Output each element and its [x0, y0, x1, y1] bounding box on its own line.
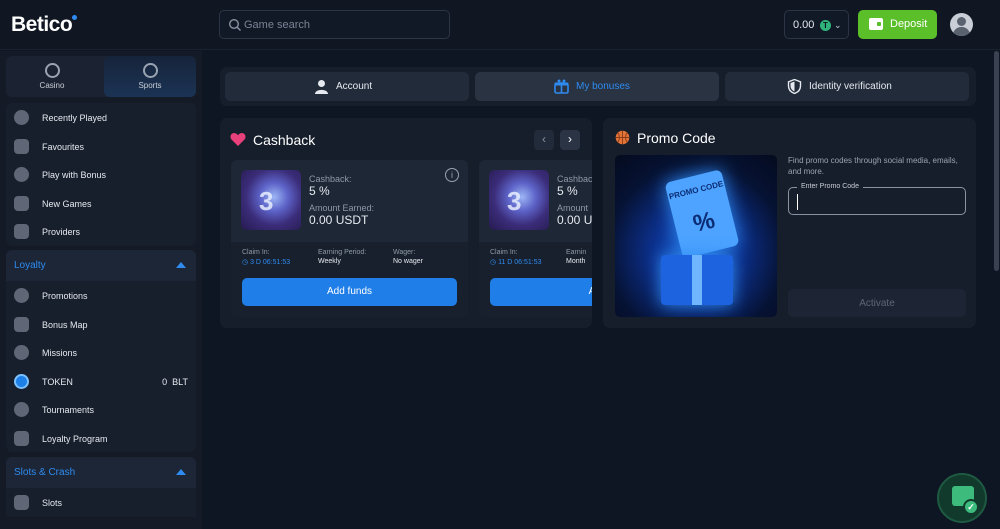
cashback-next-button[interactable]: ›: [560, 130, 580, 150]
slots-nav: Slots: [6, 488, 196, 517]
promo-code-field[interactable]: Enter Promo Code: [788, 183, 966, 215]
caret-up-icon: [176, 262, 186, 268]
game-search[interactable]: [219, 10, 450, 39]
add-funds-button[interactable]: Add: [490, 278, 592, 306]
user-icon: [315, 80, 328, 94]
promo-code-label: Enter Promo Code: [797, 183, 863, 190]
cashback-title: Cashback: [253, 132, 316, 148]
sidebar-item-favourites[interactable]: Favourites: [6, 132, 196, 161]
tab-identity-verification[interactable]: Identity verification: [725, 72, 969, 101]
map-icon: [14, 316, 29, 332]
promo-description: Find promo codes through social media, e…: [788, 156, 958, 176]
claim-timer: ◷ 3 D 06:51:53: [242, 259, 291, 266]
search-icon: [228, 18, 241, 31]
search-input[interactable]: [244, 15, 444, 35]
scrollbar-thumb[interactable]: [994, 51, 999, 271]
info-icon[interactable]: i: [445, 168, 459, 182]
clock-icon: [14, 110, 29, 125]
activate-button[interactable]: Activate: [788, 289, 966, 317]
deposit-button[interactable]: Deposit: [858, 10, 937, 39]
promo-code-input[interactable]: [797, 194, 957, 210]
cashback-card: Cashbac 5 % Amount 0.00 U Claim In: ◷ 11…: [479, 160, 592, 317]
user-avatar[interactable]: [950, 13, 973, 36]
cashback-card-footer: Claim In: ◷ 11 D 06:51:53 Earnin Month A…: [479, 242, 592, 317]
cashback-prev-button[interactable]: ‹: [534, 130, 554, 150]
sidebar: Casino Sports Recently Played Favourites…: [0, 51, 202, 529]
tab-account[interactable]: Account: [225, 72, 469, 101]
promo-code-title: Promo Code: [637, 130, 716, 146]
soccer-ball-icon: [142, 63, 158, 78]
shield-icon: [787, 79, 802, 94]
main-content: Account My bonuses Identity verification…: [202, 51, 1000, 529]
claim-timer: ◷ 11 D 06:51:53: [490, 259, 542, 266]
cashback-percent: 5 %: [557, 184, 578, 198]
token-balance: 0 BLT: [162, 376, 188, 387]
account-tabs: Account My bonuses Identity verification: [220, 67, 976, 106]
bonus-coins-icon: [14, 167, 29, 182]
heart-icon: [230, 133, 246, 146]
site-logo[interactable]: Betico: [11, 13, 78, 37]
wallet-icon: [869, 18, 883, 30]
sidebar-item-promotions[interactable]: Promotions: [6, 281, 196, 310]
new-games-icon: [14, 195, 29, 211]
gift-icon: [554, 79, 569, 94]
casino-chip-icon: [44, 63, 60, 78]
loyalty-icon: [14, 430, 29, 446]
amount-earned: 0.00 U: [557, 213, 592, 227]
promo-ticket-image: PROMO CODE %: [664, 169, 740, 259]
add-funds-button[interactable]: Add funds: [242, 278, 457, 306]
slots-icon: [14, 495, 29, 510]
chevron-down-icon: ⌄: [834, 20, 842, 30]
token-icon: [14, 373, 29, 389]
slots-crash-section-header[interactable]: Slots & Crash: [6, 457, 196, 488]
gift-box-image: [661, 255, 733, 305]
promo-code-panel: Promo Code PROMO CODE % Find promo codes…: [603, 118, 976, 328]
top-header: Betico 0.00 T ⌄ Deposit: [0, 0, 1000, 50]
trophy-icon: [14, 402, 29, 417]
sidebar-item-missions[interactable]: Missions: [6, 338, 196, 367]
mode-casino[interactable]: Casino: [6, 56, 98, 97]
sidebar-item-providers[interactable]: Providers: [6, 217, 196, 246]
check-icon: ✓: [963, 499, 979, 515]
sidebar-item-new-games[interactable]: New Games: [6, 189, 196, 218]
caret-up-icon: [176, 469, 186, 475]
cashback-percent: 5 %: [309, 184, 330, 198]
cashback-card: Cashback: 5 % Amount Earned: 0.00 USDT i…: [231, 160, 468, 317]
cashback-thumbnail: [241, 170, 301, 230]
tether-coin-icon: T: [820, 20, 831, 31]
bonus-claim-fab[interactable]: ✓: [937, 473, 987, 523]
percent-icon: [14, 288, 29, 303]
sidebar-item-loyalty-program[interactable]: Loyalty Program: [6, 424, 196, 453]
tab-my-bonuses[interactable]: My bonuses: [475, 72, 719, 101]
promo-illustration: PROMO CODE %: [615, 155, 777, 317]
balance-amount: 0.00: [793, 19, 815, 31]
basketball-icon: [615, 130, 630, 145]
loyalty-nav: Promotions Bonus Map Missions TOKEN 0 BL…: [6, 281, 196, 452]
cashback-thumbnail: [489, 170, 549, 230]
balance-dropdown[interactable]: 0.00 T ⌄: [784, 10, 849, 39]
mode-sports[interactable]: Sports: [104, 56, 196, 97]
providers-icon: [14, 224, 29, 239]
sidebar-item-play-with-bonus[interactable]: Play with Bonus: [6, 160, 196, 189]
heart-icon: [14, 138, 29, 154]
sidebar-item-slots[interactable]: Slots: [6, 488, 196, 517]
spaceship-icon: [14, 345, 29, 360]
sidebar-item-bonus-map[interactable]: Bonus Map: [6, 310, 196, 339]
loyalty-section-header[interactable]: Loyalty: [6, 250, 196, 281]
cashback-panel: Cashback ‹ › Cashback: 5 % Amount Earned…: [220, 118, 592, 328]
sidebar-item-token[interactable]: TOKEN 0 BLT: [6, 367, 196, 396]
page-scrollbar[interactable]: [993, 51, 1000, 529]
sidebar-item-recently-played[interactable]: Recently Played: [6, 103, 196, 132]
cashback-card-footer: Claim In: ◷ 3 D 06:51:53 Earning Period:…: [231, 242, 468, 317]
mode-switch: Casino Sports: [6, 56, 196, 97]
sidebar-item-tournaments[interactable]: Tournaments: [6, 395, 196, 424]
main-nav: Recently Played Favourites Play with Bon…: [6, 103, 196, 246]
amount-earned: 0.00 USDT: [309, 213, 369, 227]
